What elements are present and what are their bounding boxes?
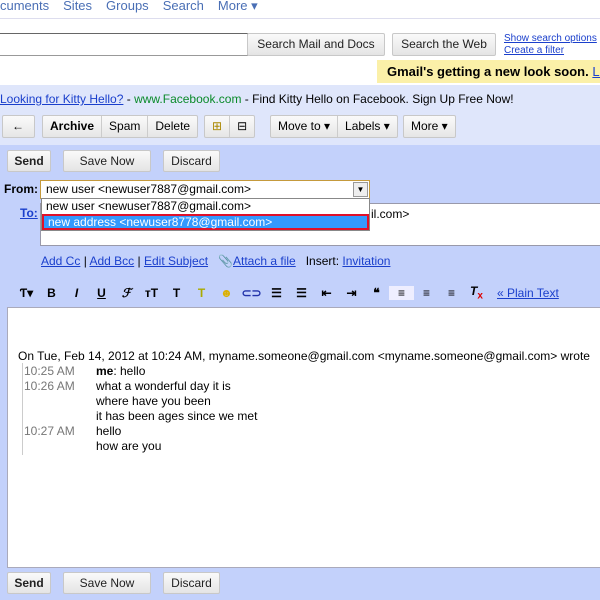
nav-sites[interactable]: Sites	[63, 0, 92, 13]
highlight-icon[interactable]: T	[189, 286, 214, 300]
search-web-button[interactable]: Search the Web	[392, 33, 496, 56]
italic-icon[interactable]: I	[64, 286, 89, 300]
ad-link[interactable]: Looking for Kitty Hello?	[0, 92, 123, 106]
quote-line: 10:27 AM hello	[24, 424, 122, 438]
from-dropdown: new user <newuser7887@gmail.com> new add…	[41, 198, 370, 231]
remove-icon[interactable]: ⊟	[230, 116, 254, 137]
more-button[interactable]: More ▾	[404, 116, 455, 137]
remove-formatting-icon[interactable]: Tx	[464, 284, 489, 301]
invitation-link[interactable]: Invitation	[342, 254, 390, 268]
more-group: More ▾	[403, 115, 456, 138]
add-star-icon[interactable]: ⊞	[205, 116, 231, 137]
quote-line: 10:26 AM what a wonderful day it is	[24, 379, 231, 393]
add-cc-link[interactable]: Add Cc	[41, 254, 80, 268]
labels-button[interactable]: Labels ▾	[338, 116, 397, 137]
top-nav: cuments Sites Groups Search More ▾	[0, 0, 272, 14]
notice-text: Gmail's getting a new look soon.	[387, 64, 589, 79]
quote-line: where have you been	[96, 394, 211, 408]
from-label: From:	[4, 182, 38, 196]
align-left-icon[interactable]: ≡	[389, 285, 414, 300]
send-button[interactable]: Send	[7, 150, 51, 172]
discard-button-bottom[interactable]: Discard	[163, 572, 220, 594]
move-group: Move to ▾ Labels ▾	[270, 115, 398, 138]
underline-icon[interactable]: U	[89, 286, 114, 300]
ad-sep: -	[123, 92, 135, 106]
star-group: ⊞ ⊟	[204, 115, 256, 138]
save-now-button-bottom[interactable]: Save Now	[63, 572, 151, 594]
numbered-list-icon[interactable]: ☰	[264, 286, 289, 300]
emoticon-icon[interactable]: ☻	[214, 286, 239, 300]
learn-more-link[interactable]: Le	[592, 64, 600, 79]
plain-text-link[interactable]: « Plain Text	[497, 286, 559, 300]
nav-search[interactable]: Search	[163, 0, 204, 13]
nav-more[interactable]: More ▾	[218, 0, 258, 13]
text-color-icon[interactable]: T	[164, 286, 189, 300]
quote-header: On Tue, Feb 14, 2012 at 10:24 AM, myname…	[18, 349, 590, 363]
back-button[interactable]: ←	[2, 115, 35, 138]
from-option[interactable]: new user <newuser7887@gmail.com>	[42, 199, 369, 214]
move-to-button[interactable]: Move to ▾	[271, 116, 339, 137]
nav-groups[interactable]: Groups	[106, 0, 149, 13]
link-icon[interactable]: ⊂⊃	[239, 286, 264, 300]
delete-button[interactable]: Delete	[148, 116, 197, 137]
show-search-options-link[interactable]: Show search options	[504, 33, 597, 44]
align-right-icon[interactable]: ≡	[439, 286, 464, 300]
attach-file-link[interactable]: Attach a file	[233, 254, 296, 268]
bullet-list-icon[interactable]: ☰	[289, 286, 314, 300]
format-toolbar: Ƭ▾ B I U ℱ тT T T ☻ ⊂⊃ ☰ ☰ ⇤ ⇥ ❝ ≡ ≡ ≡ T…	[14, 284, 559, 301]
align-center-icon[interactable]: ≡	[414, 286, 439, 300]
create-filter-link[interactable]: Create a filter	[504, 45, 564, 56]
font-icon[interactable]: Ƭ▾	[14, 286, 39, 300]
paperclip-icon: 📎	[218, 254, 233, 268]
indent-icon[interactable]: ⇥	[339, 286, 364, 300]
spam-button[interactable]: Spam	[102, 116, 149, 137]
insert-label: Insert:	[305, 254, 340, 268]
nav-documents[interactable]: cuments	[0, 0, 49, 13]
quote-line: how are you	[96, 439, 162, 453]
send-button-bottom[interactable]: Send	[7, 572, 51, 594]
add-bcc-link[interactable]: Add Bcc	[89, 254, 134, 268]
to-value: il.com>	[371, 207, 410, 221]
from-value: new user <newuser7887@gmail.com>	[46, 182, 251, 196]
ad-text: - Find Kitty Hello on Facebook. Sign Up …	[241, 92, 514, 106]
from-option-selected[interactable]: new address <newuser8778@gmail.com>	[42, 214, 369, 230]
edit-subject-link[interactable]: Edit Subject	[144, 254, 208, 268]
outdent-icon[interactable]: ⇤	[314, 286, 339, 300]
compose-links: Add Cc | Add Bcc | Edit Subject 📎Attach …	[41, 254, 391, 268]
font-size-icon[interactable]: тT	[139, 286, 164, 300]
to-link[interactable]: To:	[20, 206, 38, 220]
divider	[0, 18, 600, 19]
search-input[interactable]	[0, 33, 248, 56]
search-mail-button[interactable]: Search Mail and Docs	[247, 33, 385, 56]
new-look-notice: Gmail's getting a new look soon. Le	[377, 60, 600, 83]
quote-line: it has been ages since we met	[96, 409, 258, 423]
bold-icon[interactable]: B	[39, 286, 64, 300]
font-family-icon[interactable]: ℱ	[114, 286, 139, 300]
quote-line: 10:25 AM me: hello	[24, 364, 146, 378]
ad-line: Looking for Kitty Hello? - www.Facebook.…	[0, 92, 514, 106]
action-group: Archive Spam Delete	[42, 115, 199, 138]
quote-bar	[22, 363, 23, 455]
from-select[interactable]: new user <newuser7887@gmail.com> ▼	[40, 180, 370, 199]
discard-button[interactable]: Discard	[163, 150, 220, 172]
chevron-down-icon[interactable]: ▼	[353, 182, 368, 197]
save-now-button[interactable]: Save Now	[63, 150, 151, 172]
back-arrow-icon: ←	[12, 119, 24, 133]
ad-site: www.Facebook.com	[134, 92, 242, 106]
archive-button[interactable]: Archive	[43, 116, 103, 137]
quote-icon[interactable]: ❝	[364, 286, 389, 300]
